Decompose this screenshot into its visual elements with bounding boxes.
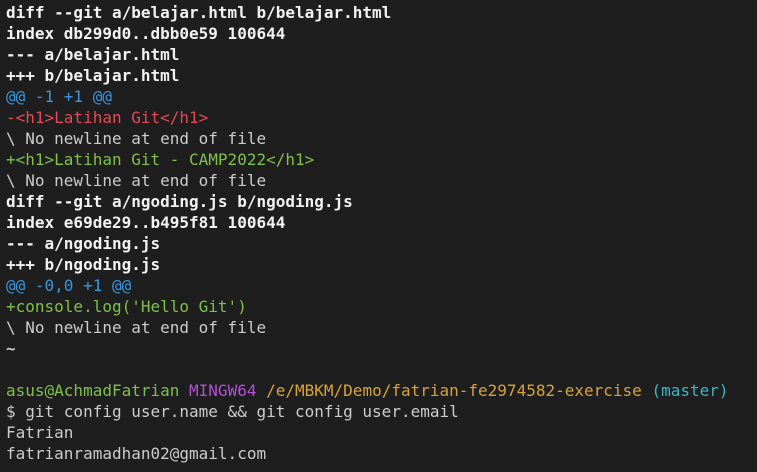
diff-no-newline-note: \ No newline at end of file: [6, 171, 267, 190]
terminal-window[interactable]: diff --git a/belajar.html b/belajar.html…: [0, 0, 757, 472]
diff-header: diff --git a/belajar.html b/belajar.html: [6, 3, 392, 22]
diff-header: diff --git a/ngoding.js b/ngoding.js: [6, 192, 353, 211]
diff-no-newline-note: \ No newline at end of file: [6, 318, 267, 337]
prompt-path: /e/MBKM/Demo/fatrian-fe2974582-exercise: [266, 381, 642, 400]
diff-hunk-header: @@ -0,0 +1 @@: [6, 276, 132, 295]
output-user-email: fatrianramadhan02@gmail.com: [6, 444, 267, 463]
pager-end-marker: ~: [6, 339, 16, 358]
diff-index: index db299d0..dbb0e59 100644: [6, 24, 286, 43]
diff-hunk-header: @@ -1 +1 @@: [6, 87, 112, 106]
diff-no-newline-note: \ No newline at end of file: [6, 129, 267, 148]
prompt-user-host: asus@AchmadFatrian: [6, 381, 180, 400]
diff-new-file: +++ b/belajar.html: [6, 66, 180, 85]
prompt-branch: (master): [651, 381, 729, 400]
diff-new-file: +++ b/ngoding.js: [6, 255, 161, 274]
prompt-system: MINGW64: [189, 381, 257, 400]
diff-old-file: --- a/ngoding.js: [6, 234, 161, 253]
shell-prompt: asus@AchmadFatrian MINGW64 /e/MBKM/Demo/…: [6, 380, 729, 401]
output-user-name: Fatrian: [6, 423, 74, 442]
diff-added-line: +console.log('Hello Git'): [6, 297, 247, 316]
diff-removed-line: -<h1>Latihan Git</h1>: [6, 108, 209, 127]
diff-index: index e69de29..b495f81 100644: [6, 213, 286, 232]
diff-added-line: +<h1>Latihan Git - CAMP2022</h1>: [6, 150, 315, 169]
command-line[interactable]: $ git config user.name && git config use…: [6, 401, 459, 422]
diff-old-file: --- a/belajar.html: [6, 45, 180, 64]
